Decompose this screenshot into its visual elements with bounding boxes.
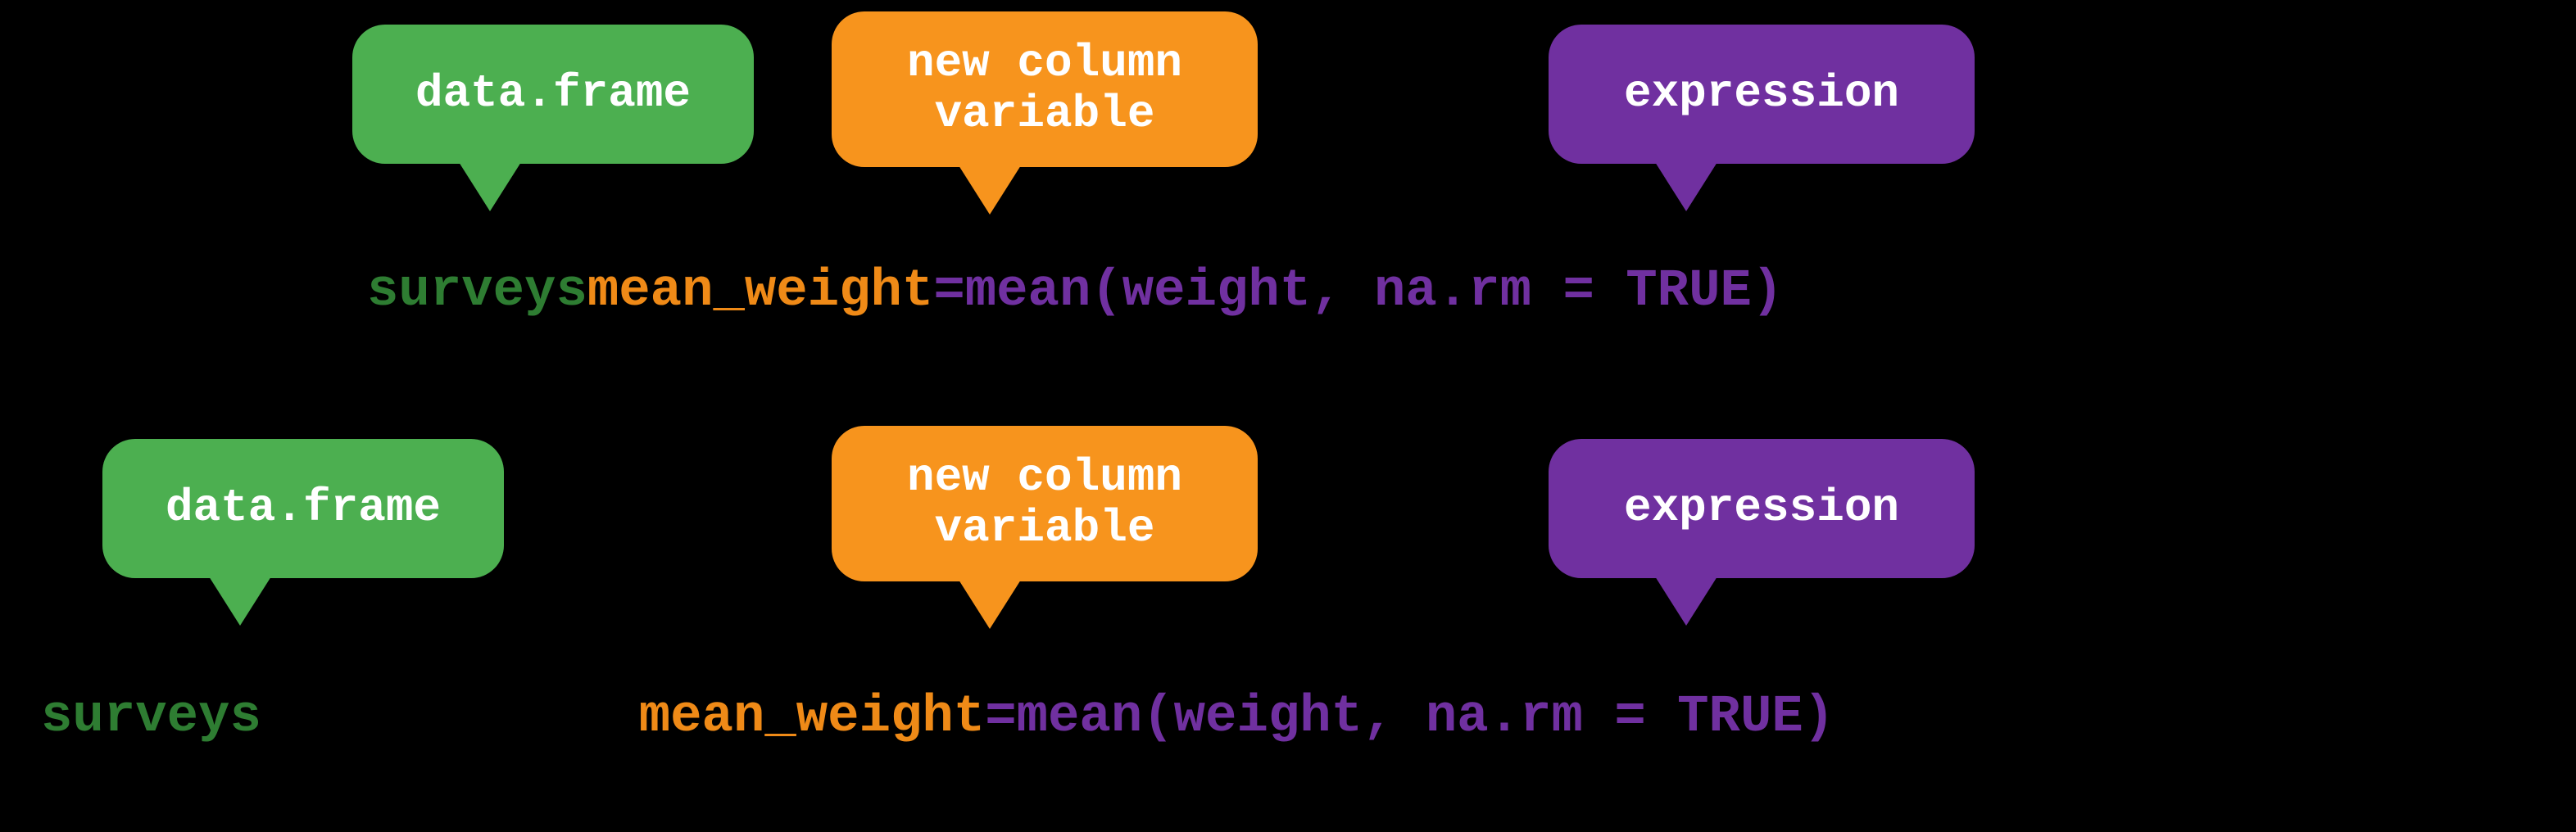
- code-row1-df: surveys: [367, 262, 587, 321]
- bubble-tail-data-frame-row1: [459, 162, 521, 211]
- bubble-tail-data-frame-row2: [209, 577, 271, 626]
- code-row1-newcol: mean_weight: [587, 262, 933, 321]
- bubble-expression-row2: expression: [1549, 439, 1975, 578]
- code-row2-expr: mean(weight, na.rm = TRUE): [1017, 688, 1835, 747]
- code-row2-df: surveys: [41, 688, 261, 747]
- code-line-row2: surveys mean_weight = mean(weight, na.rm…: [41, 688, 1834, 747]
- code-row2-newcol: mean_weight: [639, 688, 985, 747]
- bubble-new-column-row1: new column variable: [832, 11, 1258, 167]
- bubble-new-column-row1-line2: variable: [935, 89, 1155, 140]
- code-row1-expr: mean(weight, na.rm = TRUE): [965, 262, 1784, 321]
- bubble-new-column-row2: new column variable: [832, 426, 1258, 581]
- bubble-new-column-row2-line2: variable: [935, 504, 1155, 554]
- bubble-new-column-row2-line1: new column: [907, 453, 1182, 504]
- code-row1-eq: =: [933, 262, 964, 321]
- bubble-data-frame-row2: data.frame: [102, 439, 504, 578]
- bubble-tail-new-column-row1: [959, 165, 1021, 215]
- bubble-tail-expression-row1: [1655, 162, 1717, 211]
- bubble-tail-new-column-row2: [959, 580, 1021, 629]
- bubble-expression-row1: expression: [1549, 25, 1975, 164]
- bubble-tail-expression-row2: [1655, 577, 1717, 626]
- code-line-row1: surveys mean_weight = mean(weight, na.rm…: [367, 262, 1783, 321]
- code-row2-eq: =: [985, 688, 1016, 747]
- code-row2-gap: [261, 688, 639, 747]
- bubble-data-frame-row1: data.frame: [352, 25, 754, 164]
- bubble-new-column-row1-line1: new column: [907, 38, 1182, 89]
